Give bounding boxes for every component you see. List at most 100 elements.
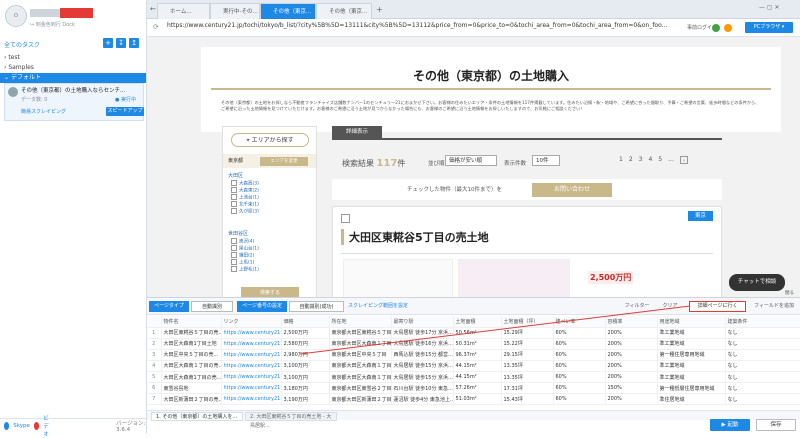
scrape-range-link[interactable]: スクレイピング範囲を設定: [348, 301, 408, 312]
table-cell[interactable]: 大田区大森南1丁目の売...: [161, 371, 222, 384]
new-tab-icon[interactable]: +: [376, 5, 383, 14]
property-image[interactable]: [343, 259, 453, 297]
add-field-button[interactable]: フィールドを追加: [750, 301, 798, 312]
table-cell[interactable]: 60%: [553, 371, 606, 384]
table-cell[interactable]: 7: [147, 393, 162, 406]
table-cell[interactable]: 東京都大田区大森南１丁目: [329, 371, 392, 384]
table-cell[interactable]: 60%: [553, 327, 606, 339]
table-cell[interactable]: 大田区新蒲田２丁目の売...: [161, 393, 222, 406]
table-cell[interactable]: 57.26m²: [453, 382, 502, 395]
table-cell[interactable]: 2,980万円: [281, 349, 330, 361]
table-cell[interactable]: 200%: [605, 327, 658, 339]
table-cell[interactable]: https://www.century21...: [221, 382, 282, 395]
save-button[interactable]: 保存: [756, 419, 796, 431]
table-cell[interactable]: 大田区大森南１丁目の売...: [161, 360, 222, 372]
next-page-icon[interactable]: ›: [679, 156, 688, 164]
column-header[interactable]: リンク: [221, 316, 282, 328]
column-header[interactable]: 土地面積: [453, 316, 502, 328]
table-row[interactable]: 1 大田区東糀谷５丁目の売... https://www.century21... 2…: [147, 327, 800, 339]
table-cell[interactable]: https://www.century21...: [221, 338, 282, 350]
speedup-button[interactable]: スピードアップ: [106, 107, 144, 116]
go-to-detail-page-button[interactable]: 詳細ページに行く: [689, 301, 746, 312]
reload-icon[interactable]: ⟳: [153, 23, 159, 31]
page-link[interactable]: 1: [619, 156, 623, 164]
table-row[interactable]: 6 東雪谷島地 https://www.century21... 3,180万円 東京都…: [147, 382, 800, 395]
page-type-select[interactable]: 自動識別: [191, 301, 233, 312]
table-cell[interactable]: 15.43坪: [501, 393, 554, 406]
table-cell[interactable]: 200%: [605, 393, 658, 406]
column-header[interactable]: 所在地: [329, 316, 392, 328]
table-cell[interactable]: 2: [147, 338, 162, 350]
area-search-button[interactable]: ⌖ エリアから探す: [231, 133, 309, 147]
table-cell[interactable]: 200%: [605, 360, 658, 372]
table-cell[interactable]: 大田区大森南1丁目土地: [161, 338, 222, 350]
page-type-button[interactable]: ページタイプ: [149, 301, 189, 312]
new-task-icon[interactable]: +: [103, 38, 113, 48]
table-cell[interactable]: 2,580万円: [281, 338, 330, 350]
close-chat-button[interactable]: 閉る: [785, 290, 797, 297]
property-title[interactable]: 大田区東糀谷5丁目の売土地: [341, 229, 489, 245]
tab-other[interactable]: その他（東京...: [316, 3, 372, 19]
task-card[interactable]: その他（東京都）の土地購入ならセンチ... データ数: 0 ● 実行中 簡易スク…: [4, 83, 144, 121]
table-cell[interactable]: 150%: [605, 382, 658, 395]
table-cell[interactable]: 200%: [605, 349, 658, 361]
column-header[interactable]: [147, 316, 162, 328]
chat-button[interactable]: チャットで相談: [729, 274, 785, 291]
table-cell[interactable]: 3,100万円: [281, 371, 330, 384]
table-cell[interactable]: なし: [725, 338, 800, 350]
page-link[interactable]: 3: [639, 156, 643, 164]
table-cell[interactable]: 4: [147, 360, 162, 372]
table-cell[interactable]: 東京都大田区大森南１丁目: [329, 338, 392, 350]
tab-home[interactable]: ホーム...: [157, 3, 210, 19]
settings-icon[interactable]: [724, 24, 732, 32]
table-cell[interactable]: なし: [725, 360, 800, 372]
table-cell[interactable]: 96.37m²: [453, 349, 502, 361]
url-input[interactable]: https://www.century21.jp/tochi/tokyo/b_l…: [167, 22, 727, 29]
column-header[interactable]: 用途地域: [657, 316, 726, 328]
change-area-button[interactable]: エリアを変更: [260, 157, 308, 166]
login-link[interactable]: ↪ 到金色到行 Dock: [30, 21, 75, 28]
display-count-select[interactable]: 10件: [532, 155, 560, 166]
table-cell[interactable]: 200%: [605, 371, 658, 384]
table-row[interactable]: 2 大田区大森南1丁目土地 https://www.century21... 2,58…: [147, 338, 800, 350]
table-cell[interactable]: 第一種低層住居専用地域: [657, 382, 726, 395]
table-cell[interactable]: 大鳥居駅 徒歩16分 京浜...: [391, 338, 454, 350]
ward-checkbox[interactable]: 久が原(3): [231, 208, 291, 216]
table-cell[interactable]: 15.29坪: [501, 327, 554, 339]
table-cell[interactable]: 準工業地域: [657, 338, 726, 350]
table-cell[interactable]: 準工業地域: [657, 327, 726, 339]
table-cell[interactable]: 44.15m²: [453, 360, 502, 372]
table-row[interactable]: 3 大田区中央５丁目の売... https://www.century21... 2,…: [147, 349, 800, 361]
tree-item-test[interactable]: › test: [0, 53, 146, 63]
clear-button[interactable]: クリア: [657, 301, 683, 312]
table-cell[interactable]: 13.35坪: [501, 371, 554, 384]
table-cell[interactable]: 大田区中央５丁目の売...: [161, 349, 222, 361]
tab-running[interactable]: 実行中-その...: [210, 3, 260, 19]
tree-item-default[interactable]: ⌄ デフォルト: [0, 73, 146, 83]
table-cell[interactable]: 大鳥居駅 徒歩17分 京浜...: [391, 327, 454, 339]
table-cell[interactable]: なし: [725, 327, 800, 339]
back-icon[interactable]: ←: [150, 5, 156, 13]
table-cell[interactable]: 15.22坪: [501, 338, 554, 350]
table-cell[interactable]: 東京都大田区新蒲田２丁目: [329, 393, 392, 406]
table-cell[interactable]: 5: [147, 371, 162, 384]
pc-browser-button[interactable]: PCブラウザ ▾: [745, 22, 793, 33]
table-row[interactable]: 5 大田区大森南1丁目の売... https://www.century21... 3…: [147, 371, 800, 384]
table-cell[interactable]: 6: [147, 382, 162, 395]
table-cell[interactable]: 60%: [553, 393, 606, 406]
column-header[interactable]: 建築条件: [725, 316, 800, 328]
avatar[interactable]: O: [5, 5, 27, 27]
ward-checkbox[interactable]: 上野毛(1): [231, 266, 291, 274]
table-cell[interactable]: 60%: [553, 349, 606, 361]
import-icon[interactable]: ↧: [116, 38, 126, 48]
column-header[interactable]: 物件名: [161, 316, 222, 328]
table-cell[interactable]: 東雪谷島地: [161, 382, 222, 395]
table-cell[interactable]: https://www.century21...: [221, 371, 282, 384]
table-cell[interactable]: なし: [725, 371, 800, 384]
table-cell[interactable]: 50.56m²: [453, 327, 502, 339]
table-cell[interactable]: 大鳥居駅 徒歩15分 京浜...: [391, 360, 454, 372]
table-cell[interactable]: https://www.century21...: [221, 349, 282, 361]
table-cell[interactable]: 29.15坪: [501, 349, 554, 361]
table-cell[interactable]: 51.03m²: [453, 393, 502, 406]
table-cell[interactable]: 大田区東糀谷５丁目の売...: [161, 327, 222, 339]
